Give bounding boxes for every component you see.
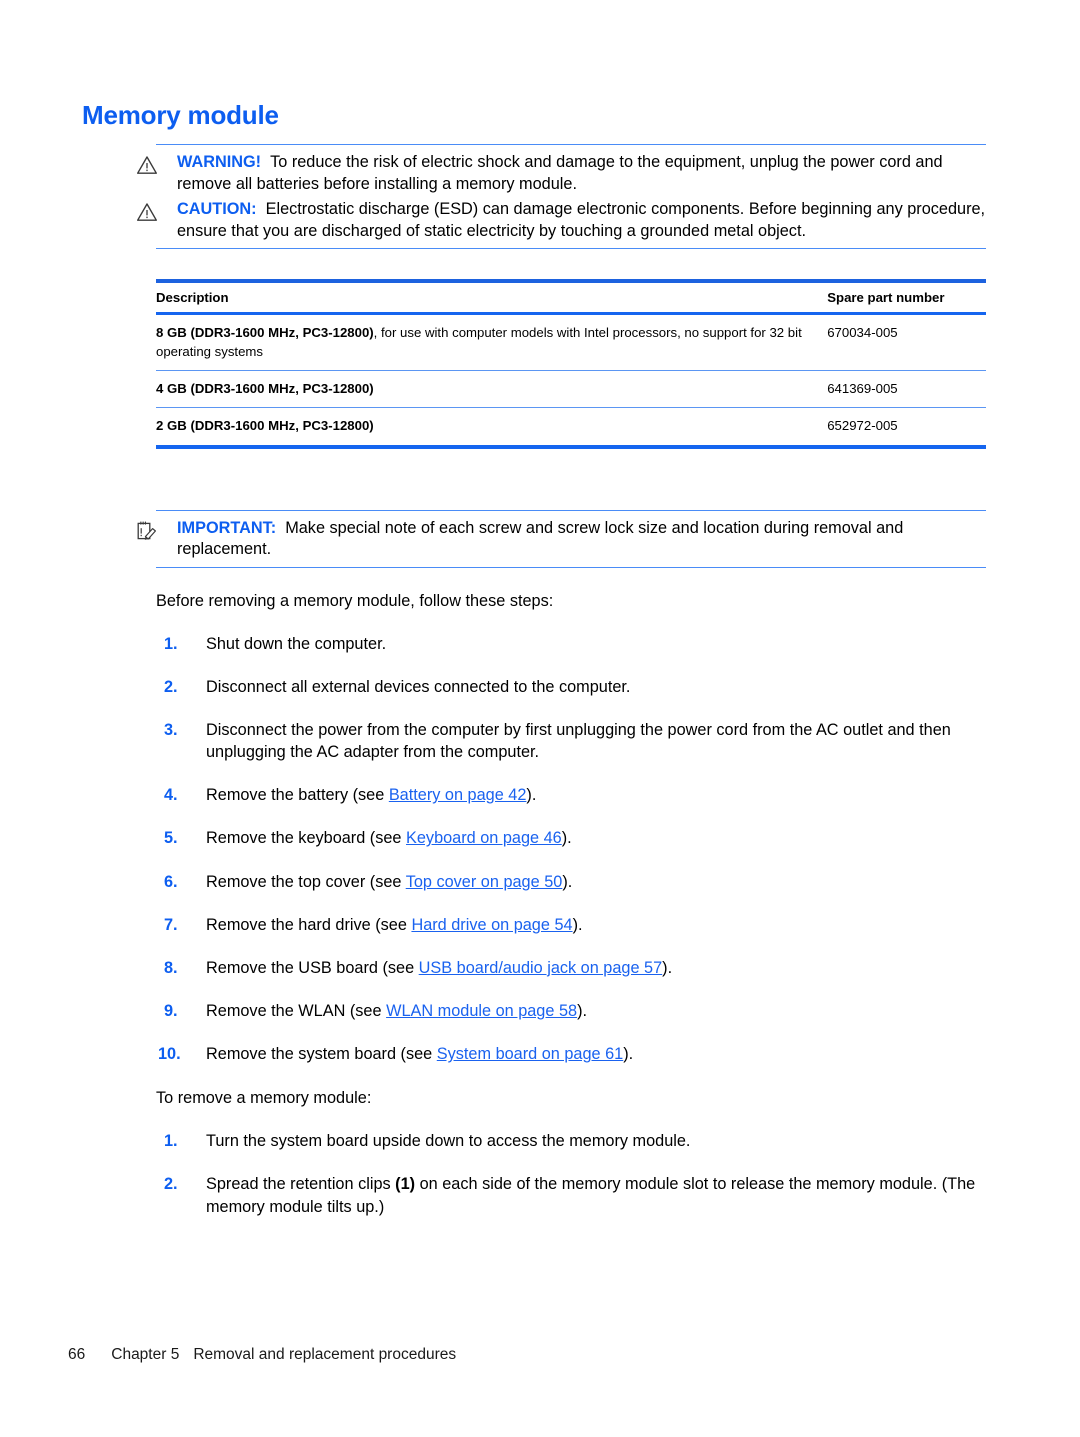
step-number: 3. — [164, 720, 178, 739]
step-number: 1. — [164, 1132, 178, 1151]
important-admonition: IMPORTANT: Make special note of each scre… — [137, 509, 986, 568]
removal-steps-list: 1. Turn the system board upside down to a… — [156, 1130, 986, 1217]
cell-description: 2 GB (DDR3-1600 MHz, PC3-12800) — [156, 407, 828, 449]
xref-link-wlan-module[interactable]: WLAN module on page 58 — [386, 1002, 577, 1020]
warning-admonition: WARNING! To reduce the risk of electric s… — [137, 152, 986, 195]
footer-page-number: 66 — [68, 1346, 86, 1363]
footer-chapter: Chapter 5 — [111, 1346, 180, 1363]
list-item: 1. Shut down the computer. — [156, 633, 986, 655]
list-item: 7. Remove the hard drive (see Hard drive … — [156, 914, 986, 936]
step-number: 1. — [164, 634, 178, 653]
step-number: 5. — [164, 829, 178, 848]
step-text: Remove the WLAN (see — [206, 1001, 387, 1020]
warning-text: To reduce the risk of electric shock and… — [177, 153, 943, 193]
step-number: 8. — [164, 958, 178, 977]
list-item: 3. Disconnect the power from the computer… — [156, 719, 986, 763]
step-number: 2. — [164, 1175, 178, 1194]
memory-spec: 8 GB (DDR3-1600 MHz, PC3-12800) — [156, 325, 374, 340]
document-page: Memory module WARNING! To reduce the risk… — [0, 0, 1080, 1437]
memory-spec: 4 GB (DDR3-1600 MHz, PC3-12800) — [156, 381, 374, 397]
list-item: 9. Remove the WLAN (see WLAN module on pa… — [156, 1000, 986, 1022]
footer-chapter-title: Removal and replacement procedures — [193, 1346, 457, 1363]
caution-admonition: CAUTION: Electrostatic discharge (ESD) ca… — [137, 199, 986, 242]
xref-link-usb-board[interactable]: USB board/audio jack on page 57 — [419, 959, 663, 977]
cell-description: 4 GB (DDR3-1600 MHz, PC3-12800) — [156, 370, 828, 409]
important-text: Make special note of each screw and scre… — [177, 518, 904, 559]
step-text: Disconnect all external devices connecte… — [206, 677, 631, 696]
step-text-tail: ). — [572, 915, 583, 934]
table-row: 4 GB (DDR3-1600 MHz, PC3-12800) 641369-0… — [156, 370, 986, 409]
list-item: 6. Remove the top cover (see Top cover on… — [156, 871, 986, 893]
cell-spare-part-number: 652972-005 — [827, 407, 986, 449]
xref-link-battery[interactable]: Battery on page 42 — [389, 786, 527, 804]
step-text-tail: ). — [526, 786, 537, 805]
column-header-spare-part-number: Spare part number — [827, 279, 986, 315]
step-text: Remove the top cover (see — [206, 872, 406, 891]
step-text-tail: ). — [623, 1045, 634, 1064]
list-item: 8. Remove the USB board (see USB board/au… — [156, 957, 986, 979]
step-text: Remove the system board (see — [206, 1045, 437, 1064]
list-item: 2. Disconnect all external devices connec… — [156, 676, 986, 698]
cell-spare-part-number: 641369-005 — [827, 370, 986, 409]
warning-triangle-icon — [136, 201, 158, 223]
list-item: 2. Spread the retention clips (1) on each… — [156, 1173, 986, 1217]
page-footer: 66 Chapter 5 Removal and replacement proce… — [68, 1346, 456, 1364]
step-number: 10. — [158, 1045, 181, 1064]
caution-text: Electrostatic discharge (ESD) can damage… — [177, 200, 986, 240]
table-row: 2 GB (DDR3-1600 MHz, PC3-12800) 652972-0… — [156, 407, 986, 449]
parts-table: Description Spare part number 8 GB (DDR3… — [156, 279, 986, 449]
step-text: Spread the retention clips — [206, 1175, 396, 1194]
xref-link-top-cover[interactable]: Top cover on page 50 — [406, 873, 563, 891]
page-title: Memory module — [82, 100, 279, 130]
cell-description: 8 GB (DDR3-1600 MHz, PC3-12800), for use… — [156, 313, 828, 372]
step-text: Shut down the computer. — [206, 634, 387, 653]
list-item: 4. Remove the battery (see Battery on pag… — [156, 784, 986, 806]
list-item: 10. Remove the system board (see System b… — [156, 1043, 986, 1065]
memory-spec: 2 GB (DDR3-1600 MHz, PC3-12800) — [156, 418, 374, 434]
step-number: 7. — [164, 915, 178, 934]
step-text: Remove the hard drive (see — [206, 915, 412, 934]
table-row: 8 GB (DDR3-1600 MHz, PC3-12800), for use… — [156, 313, 986, 372]
warning-keyword: WARNING! — [177, 153, 262, 171]
step-text-tail: ). — [561, 829, 572, 848]
warning-triangle-icon — [136, 154, 158, 176]
step-text: Remove the keyboard (see — [206, 829, 407, 848]
xref-link-system-board[interactable]: System board on page 61 — [437, 1045, 623, 1063]
important-keyword: IMPORTANT: — [177, 518, 277, 537]
important-body: IMPORTANT: Make special note of each scre… — [137, 518, 986, 561]
note-pencil-icon — [136, 520, 158, 542]
step-text-tail: ). — [562, 872, 573, 891]
step-text: Disconnect the power from the computer b… — [206, 720, 951, 762]
parts-table-wrapper: Description Spare part number 8 GB (DDR3… — [156, 279, 986, 449]
step-number: 4. — [164, 786, 178, 805]
callout-reference: (1) — [395, 1175, 416, 1194]
step-text-tail: ). — [662, 958, 673, 977]
step-text: Remove the USB board (see — [206, 958, 419, 977]
list-item: 5. Remove the keyboard (see Keyboard on p… — [156, 827, 986, 849]
step-number: 6. — [164, 872, 178, 891]
cell-spare-part-number: 670034-005 — [827, 313, 986, 372]
removal-intro-paragraph: To remove a memory module: — [156, 1089, 372, 1108]
list-item: 1. Turn the system board upside down to a… — [156, 1130, 986, 1152]
preparation-steps-list: 1. Shut down the computer. 2. Disconnect a… — [156, 633, 986, 1066]
step-text: Remove the battery (see — [206, 786, 389, 805]
intro-paragraph: Before removing a memory module, follow … — [156, 591, 554, 610]
step-text-tail: ). — [577, 1001, 588, 1020]
column-header-description: Description — [156, 279, 828, 315]
page-content: WARNING! To reduce the risk of electric s… — [137, 144, 986, 1218]
caution-keyword: CAUTION: — [177, 200, 257, 218]
table-header-row: Description Spare part number — [156, 279, 986, 315]
admonition-group: WARNING! To reduce the risk of electric s… — [137, 144, 986, 249]
step-number: 2. — [164, 677, 178, 696]
step-text: Turn the system board upside down to acc… — [206, 1132, 691, 1151]
step-number: 9. — [164, 1001, 178, 1020]
xref-link-keyboard[interactable]: Keyboard on page 46 — [406, 829, 562, 847]
xref-link-hard-drive[interactable]: Hard drive on page 54 — [411, 916, 572, 934]
